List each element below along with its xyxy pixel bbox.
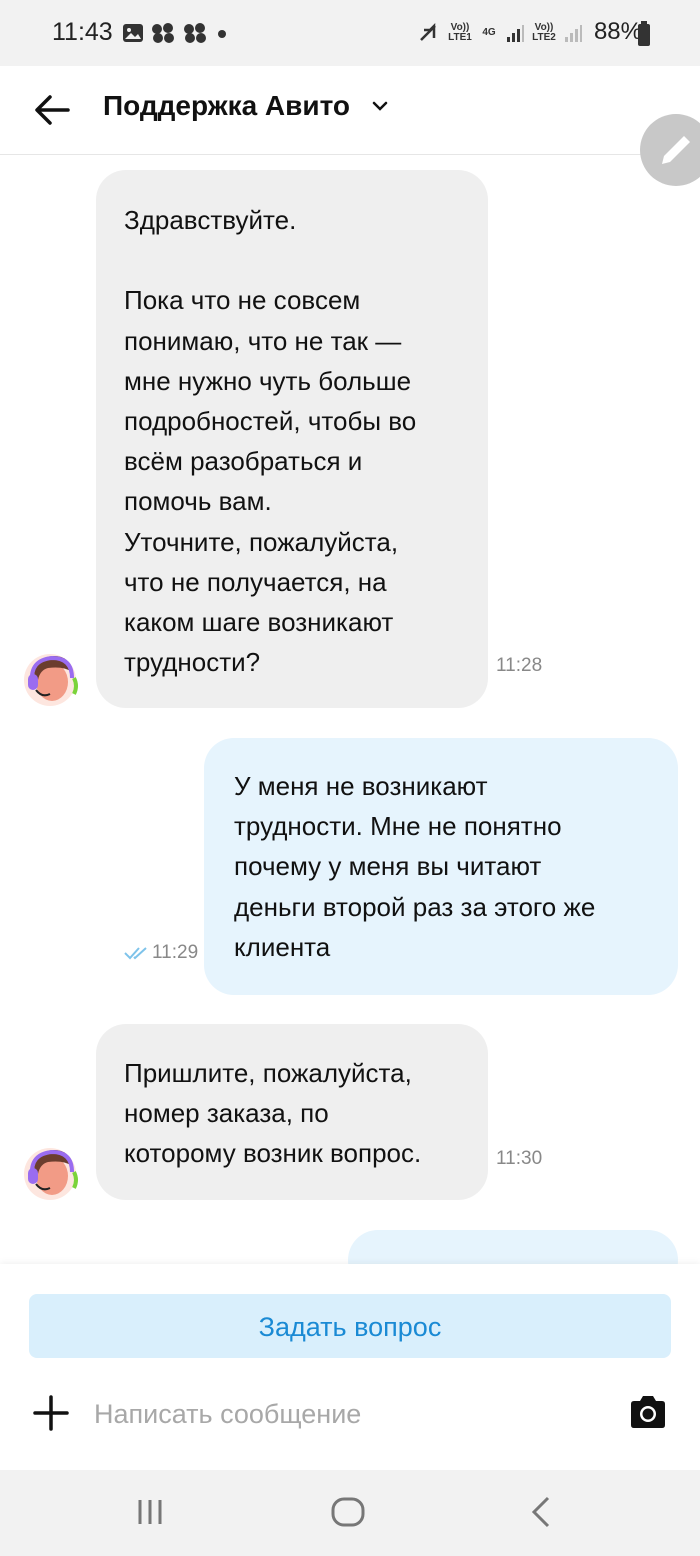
back-icon[interactable] bbox=[522, 1494, 562, 1530]
notification-icons bbox=[122, 22, 230, 44]
support-avatar bbox=[24, 1148, 78, 1200]
message-input[interactable] bbox=[92, 1390, 596, 1438]
status-time: 11:43 bbox=[52, 18, 113, 46]
incoming-message: Пришлите, пожалуйста, номер заказа, по к… bbox=[96, 1024, 488, 1200]
signal-icon bbox=[507, 25, 524, 42]
status-bar: 11:43 Vo)) LTE1 4G Vo)) LTE2 88% bbox=[0, 0, 700, 66]
app-notification-icon bbox=[152, 23, 174, 43]
edit-button[interactable] bbox=[640, 114, 700, 186]
outgoing-message: У меня не возникают трудности. Мне не по… bbox=[204, 738, 678, 995]
back-arrow-icon[interactable] bbox=[32, 94, 72, 126]
gallery-icon bbox=[123, 24, 143, 42]
composer-panel: Задать вопрос bbox=[0, 1264, 700, 1470]
message-time: 11:30 bbox=[496, 1148, 543, 1169]
network-label: 4G bbox=[482, 27, 496, 38]
app-notification-icon bbox=[184, 23, 206, 43]
pencil-icon bbox=[662, 136, 690, 164]
support-avatar bbox=[24, 654, 78, 706]
system-navigation-bar bbox=[0, 1470, 700, 1556]
plus-icon[interactable] bbox=[32, 1394, 70, 1432]
sim1-label: Vo)) LTE1 bbox=[448, 22, 472, 43]
signal-icon bbox=[565, 25, 582, 42]
double-check-icon bbox=[124, 947, 147, 960]
home-icon[interactable] bbox=[328, 1494, 368, 1530]
recent-apps-icon[interactable] bbox=[132, 1494, 172, 1530]
chat-header: Поддержка Авито bbox=[0, 66, 700, 155]
sim2-label: Vo)) LTE2 bbox=[532, 22, 556, 43]
message-time: 11:29 bbox=[152, 942, 199, 963]
chevron-down-icon[interactable] bbox=[370, 96, 390, 116]
incoming-message: Здравствуйте. Пока что не совсем понимаю… bbox=[96, 170, 488, 708]
battery-percent: 88% bbox=[593, 18, 642, 45]
ask-question-button[interactable]: Задать вопрос bbox=[29, 1294, 671, 1358]
chat-title[interactable]: Поддержка Авито bbox=[103, 90, 350, 122]
system-icons: Vo)) LTE1 4G Vo)) LTE2 bbox=[418, 22, 582, 44]
message-time: 11:28 bbox=[496, 655, 543, 676]
camera-icon[interactable] bbox=[628, 1394, 668, 1430]
mute-icon bbox=[420, 22, 436, 41]
battery-icon bbox=[638, 21, 650, 46]
more-notifications-icon bbox=[218, 30, 226, 38]
